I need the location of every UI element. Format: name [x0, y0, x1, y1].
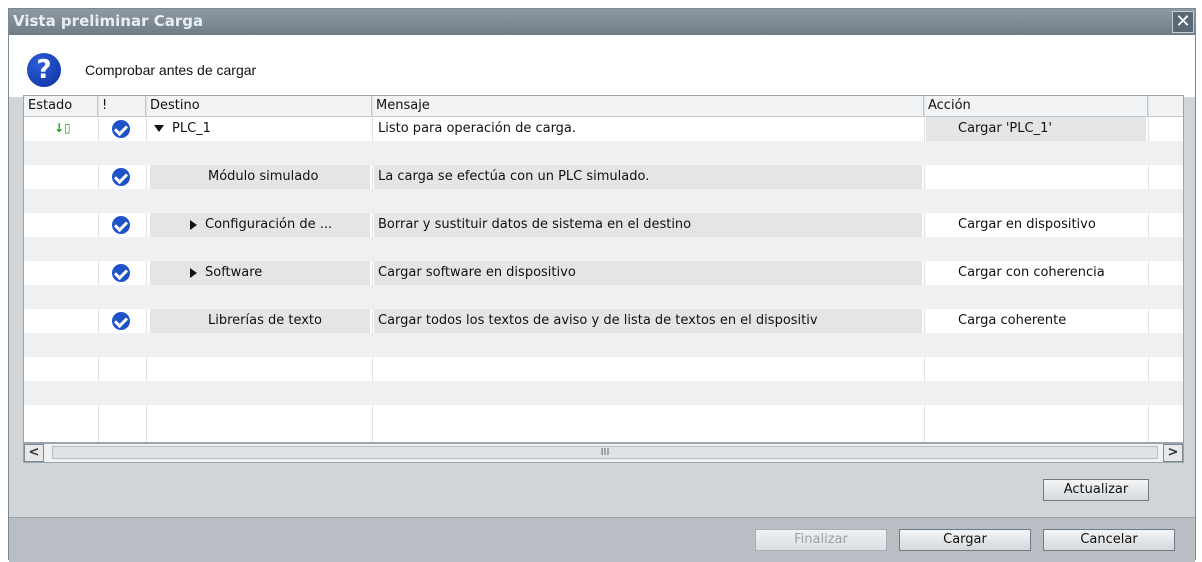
expand-right-icon[interactable] — [190, 267, 197, 278]
title-bar: Vista preliminar Carga ✕ — [9, 9, 1195, 35]
mensaje-cell: Listo para operación de carga. — [378, 121, 577, 136]
window-title: Vista preliminar Carga — [13, 12, 204, 30]
cargar-button[interactable]: Cargar — [899, 529, 1031, 551]
chevron-right-icon: > — [1167, 445, 1179, 460]
accion-cell[interactable]: Cargar en dispositivo — [926, 213, 1146, 237]
download-status-icon: ↓▯ — [54, 121, 71, 135]
col-priority[interactable]: ! — [98, 96, 146, 116]
destino-cell: Software — [150, 261, 370, 285]
scroll-thumb[interactable]: III — [52, 446, 1158, 459]
cancelar-button[interactable]: Cancelar — [1043, 529, 1175, 551]
load-preview-dialog: Vista preliminar Carga ✕ ? Comprobar ant… — [8, 8, 1196, 562]
check-icon — [112, 120, 130, 138]
accion-cell[interactable]: Cargar 'PLC_1' — [926, 117, 1146, 141]
chevron-left-icon: < — [28, 445, 40, 460]
accion-cell[interactable]: Cargar con coherencia — [926, 261, 1146, 285]
accion-cell[interactable]: Carga coherente — [926, 309, 1146, 333]
close-button[interactable]: ✕ — [1172, 11, 1194, 33]
expand-down-icon[interactable] — [154, 125, 164, 132]
mensaje-cell: Cargar software en dispositivo — [374, 261, 922, 285]
col-mensaje[interactable]: Mensaje — [372, 96, 924, 116]
dialog-header: ? Comprobar antes de cargar — [9, 35, 1195, 97]
mensaje-cell: Borrar y sustituir datos de sistema en e… — [374, 213, 922, 237]
check-icon — [112, 168, 130, 186]
scroll-right-button[interactable]: > — [1163, 444, 1183, 462]
scroll-left-button[interactable]: < — [24, 444, 44, 462]
mensaje-cell: Cargar todos los textos de aviso y de li… — [374, 309, 922, 333]
table-row[interactable]: Librerías de texto Cargar todos los text… — [24, 309, 1183, 333]
actualizar-button[interactable]: Actualizar — [1043, 479, 1149, 501]
question-icon: ? — [27, 53, 61, 87]
table-row[interactable]: ↓▯ PLC_1 Listo para operación de carga. … — [24, 117, 1183, 141]
col-estado[interactable]: Estado — [24, 96, 98, 116]
table-row[interactable]: Software Cargar software en dispositivo … — [24, 261, 1183, 285]
destino-cell: Módulo simulado — [150, 165, 370, 189]
destino-cell: Librerías de texto — [150, 309, 370, 333]
horizontal-scrollbar[interactable]: < III > — [23, 443, 1184, 463]
check-icon — [112, 312, 130, 330]
col-accion[interactable]: Acción — [924, 96, 1148, 116]
load-table: Estado ! Destino Mensaje Acción ↓▯ PLC_1… — [23, 95, 1184, 443]
destino-cell: PLC_1 — [150, 117, 370, 141]
destino-cell: Configuración de ... — [150, 213, 370, 237]
table-row[interactable]: Módulo simulado La carga se efectúa con … — [24, 165, 1183, 189]
expand-right-icon[interactable] — [190, 219, 197, 230]
mensaje-cell: La carga se efectúa con un PLC simulado. — [374, 165, 922, 189]
col-destino[interactable]: Destino — [146, 96, 372, 116]
close-icon: ✕ — [1175, 11, 1191, 32]
table-header: Estado ! Destino Mensaje Acción — [24, 96, 1183, 117]
header-text: Comprobar antes de cargar — [85, 62, 257, 78]
finalizar-button[interactable]: Finalizar — [755, 529, 887, 551]
check-icon — [112, 216, 130, 234]
table-row[interactable]: Configuración de ... Borrar y sustituir … — [24, 213, 1183, 237]
check-icon — [112, 264, 130, 282]
